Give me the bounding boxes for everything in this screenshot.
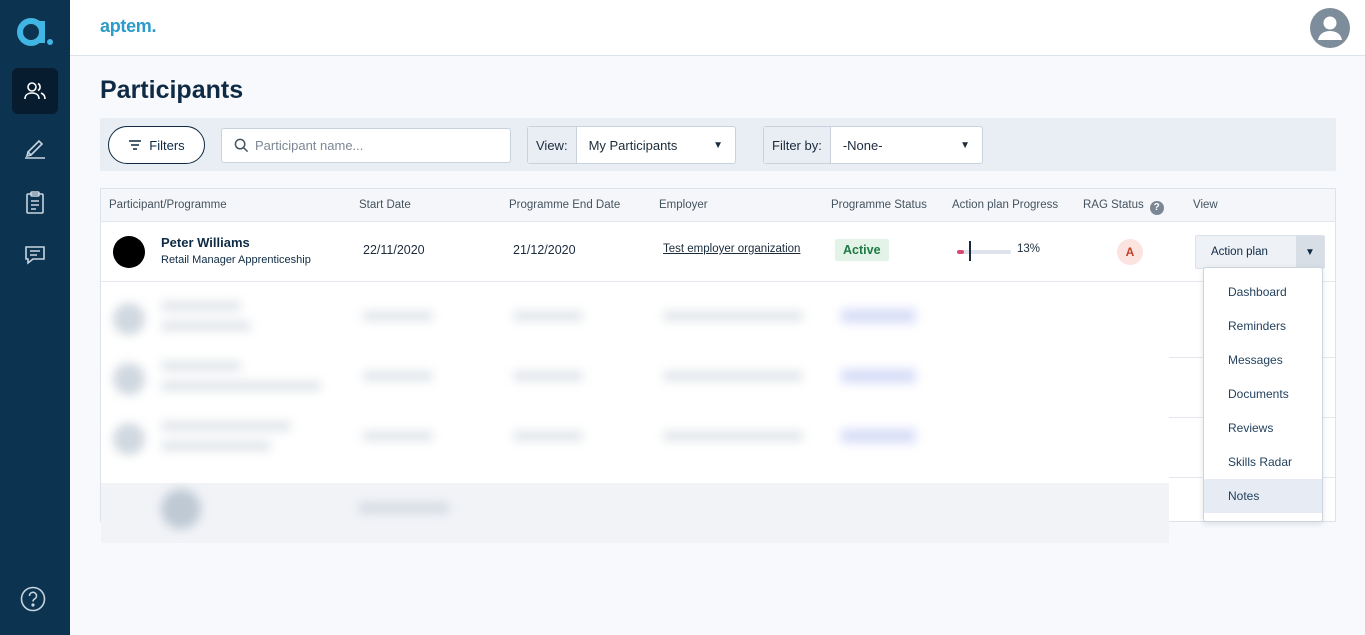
action-plan-dropdown-button[interactable]: Action plan ▼ bbox=[1195, 235, 1325, 269]
rag-badge: A bbox=[1117, 239, 1143, 265]
search-box bbox=[221, 128, 511, 163]
filter-bar: Filters View: My Participants ▼ Filter b… bbox=[100, 118, 1336, 171]
action-plan-button-label: Action plan bbox=[1211, 246, 1268, 258]
table-row bbox=[101, 349, 1169, 409]
help-icon[interactable]: ? bbox=[1149, 201, 1164, 215]
participant-name[interactable]: Peter Williams bbox=[161, 235, 250, 250]
view-select-label: View: bbox=[528, 127, 577, 163]
employer-link[interactable]: Test employer organization bbox=[663, 243, 800, 255]
table-row bbox=[101, 289, 1169, 349]
left-navigation-rail bbox=[0, 0, 70, 635]
progress-fill bbox=[957, 250, 965, 254]
col-rag-status: RAG Status? bbox=[1083, 199, 1164, 215]
menu-item-skills-radar[interactable]: Skills Radar bbox=[1204, 445, 1322, 479]
end-date: 21/12/2020 bbox=[513, 243, 576, 257]
user-icon bbox=[1318, 16, 1342, 40]
start-date: 22/11/2020 bbox=[363, 243, 425, 257]
action-plan-menu: Dashboard Reminders Messages Documents R… bbox=[1203, 267, 1323, 522]
nav-clipboard[interactable] bbox=[12, 180, 58, 226]
filters-button[interactable]: Filters bbox=[108, 126, 205, 164]
status-badge: Active bbox=[835, 239, 889, 261]
action-plan-progress-bar bbox=[957, 241, 1011, 261]
rag-status-label[interactable]: RAG Status bbox=[1083, 199, 1144, 211]
table-header: Participant/Programme Start Date Program… bbox=[101, 189, 1335, 222]
user-avatar[interactable] bbox=[1310, 8, 1350, 48]
menu-item-documents[interactable]: Documents bbox=[1204, 377, 1322, 411]
pen-icon bbox=[25, 139, 45, 159]
nav-participants[interactable] bbox=[12, 68, 58, 114]
participant-search-input[interactable] bbox=[255, 138, 495, 153]
clipboard-icon bbox=[26, 191, 44, 214]
top-header: aptem. bbox=[70, 0, 1365, 56]
messages-icon bbox=[25, 246, 45, 265]
col-start-date[interactable]: Start Date bbox=[359, 199, 411, 211]
col-participant[interactable]: Participant/Programme bbox=[109, 199, 227, 211]
participant-avatar[interactable] bbox=[113, 236, 145, 268]
view-select[interactable]: View: My Participants ▼ bbox=[527, 126, 736, 164]
col-view: View bbox=[1193, 199, 1218, 211]
progress-percent: 13% bbox=[1017, 243, 1041, 255]
menu-item-reminders[interactable]: Reminders bbox=[1204, 309, 1322, 343]
participants-table: Participant/Programme Start Date Program… bbox=[100, 188, 1336, 543]
chevron-down-icon: ▼ bbox=[713, 139, 723, 151]
page-title: Participants bbox=[100, 76, 244, 104]
progress-marker bbox=[969, 241, 971, 261]
blurred-rows bbox=[101, 283, 1169, 543]
menu-item-notes[interactable]: Notes bbox=[1204, 479, 1322, 513]
help-icon[interactable] bbox=[20, 586, 46, 612]
menu-item-dashboard[interactable]: Dashboard bbox=[1204, 275, 1322, 309]
menu-item-reviews[interactable]: Reviews bbox=[1204, 411, 1322, 445]
aptem-logo-icon[interactable] bbox=[17, 16, 53, 48]
nav-messages[interactable] bbox=[12, 232, 58, 278]
participants-icon bbox=[24, 82, 46, 100]
view-select-value: My Participants bbox=[588, 137, 678, 153]
nav-edit[interactable] bbox=[12, 124, 58, 170]
participant-programme: Retail Manager Apprenticeship bbox=[161, 254, 311, 266]
chevron-down-icon: ▼ bbox=[960, 139, 970, 151]
menu-item-messages[interactable]: Messages bbox=[1204, 343, 1322, 377]
search-icon bbox=[234, 138, 249, 153]
filter-by-value: -None- bbox=[842, 137, 883, 153]
table-row bbox=[101, 409, 1169, 469]
blurred-footer-row bbox=[101, 483, 1169, 543]
filters-button-label: Filters bbox=[149, 137, 185, 153]
table-row[interactable]: Peter Williams Retail Manager Apprentice… bbox=[101, 222, 1335, 282]
col-end-date[interactable]: Programme End Date bbox=[509, 199, 620, 211]
col-action-plan-progress[interactable]: Action plan Progress bbox=[952, 199, 1058, 211]
filter-by-select[interactable]: Filter by: -None- ▼ bbox=[763, 126, 983, 164]
filter-by-label: Filter by: bbox=[764, 127, 831, 163]
chevron-down-icon[interactable]: ▼ bbox=[1296, 236, 1324, 268]
col-employer[interactable]: Employer bbox=[659, 199, 708, 211]
brand-logo[interactable]: aptem. bbox=[100, 16, 157, 37]
col-programme-status[interactable]: Programme Status bbox=[831, 199, 927, 211]
filter-icon bbox=[129, 140, 142, 150]
